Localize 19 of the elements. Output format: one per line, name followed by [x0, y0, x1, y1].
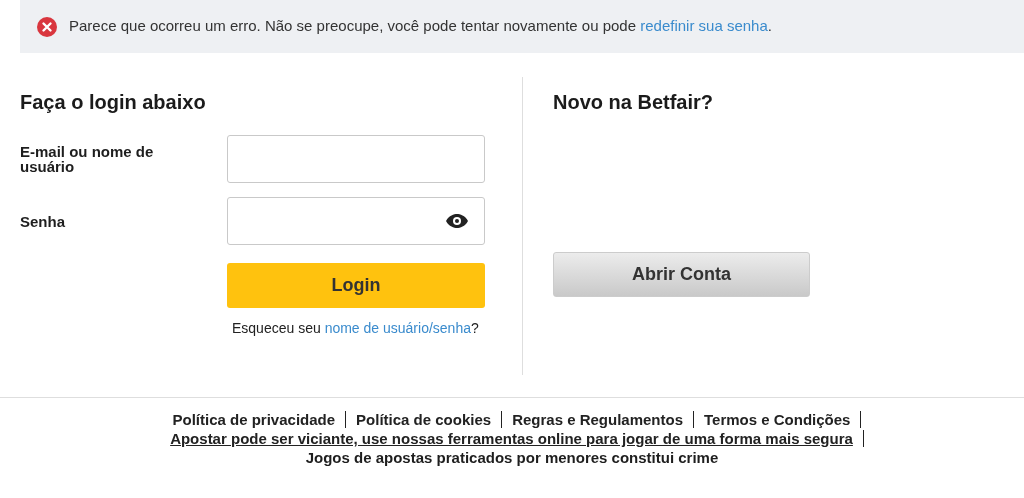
footer-notice: Jogos de apostas praticados por menores constitui crime [304, 448, 720, 467]
error-icon [37, 16, 57, 37]
field-label: Senha [20, 213, 66, 229]
open-account-button[interactable]: Abrir Conta [553, 252, 810, 297]
password-field[interactable] [227, 197, 485, 245]
login-heading: Faça o login abaixo [20, 90, 207, 114]
footer-link[interactable]: Política de cookies [346, 411, 503, 428]
field-label: E-mail ou nome de usuário [20, 144, 155, 174]
recover-credentials-link[interactable]: nome de usuário/senha [324, 320, 471, 336]
error-message: Parece que ocorreu um erro. Não se preocupe, você pode tentar novamente ou pode redefinir sua senha. [69, 16, 772, 37]
footer-link[interactable]: Termos e Condições [694, 411, 862, 428]
register-heading: Novo na Betfair? [553, 90, 715, 114]
footer-link[interactable]: Regras e Regulamentos [502, 411, 695, 428]
footer-link[interactable]: Apostar pode ser viciante, use nossas ferramentas online para jogar de uma forma mais segura [160, 430, 864, 447]
login-button[interactable]: Login [227, 263, 485, 308]
username-field[interactable] [227, 135, 485, 183]
footer-link[interactable]: Política de privacidade [162, 411, 347, 428]
eye-icon[interactable] [446, 214, 468, 228]
forgot-credentials-text: Esqueceu seu nome de usuário/senha? [232, 319, 480, 338]
